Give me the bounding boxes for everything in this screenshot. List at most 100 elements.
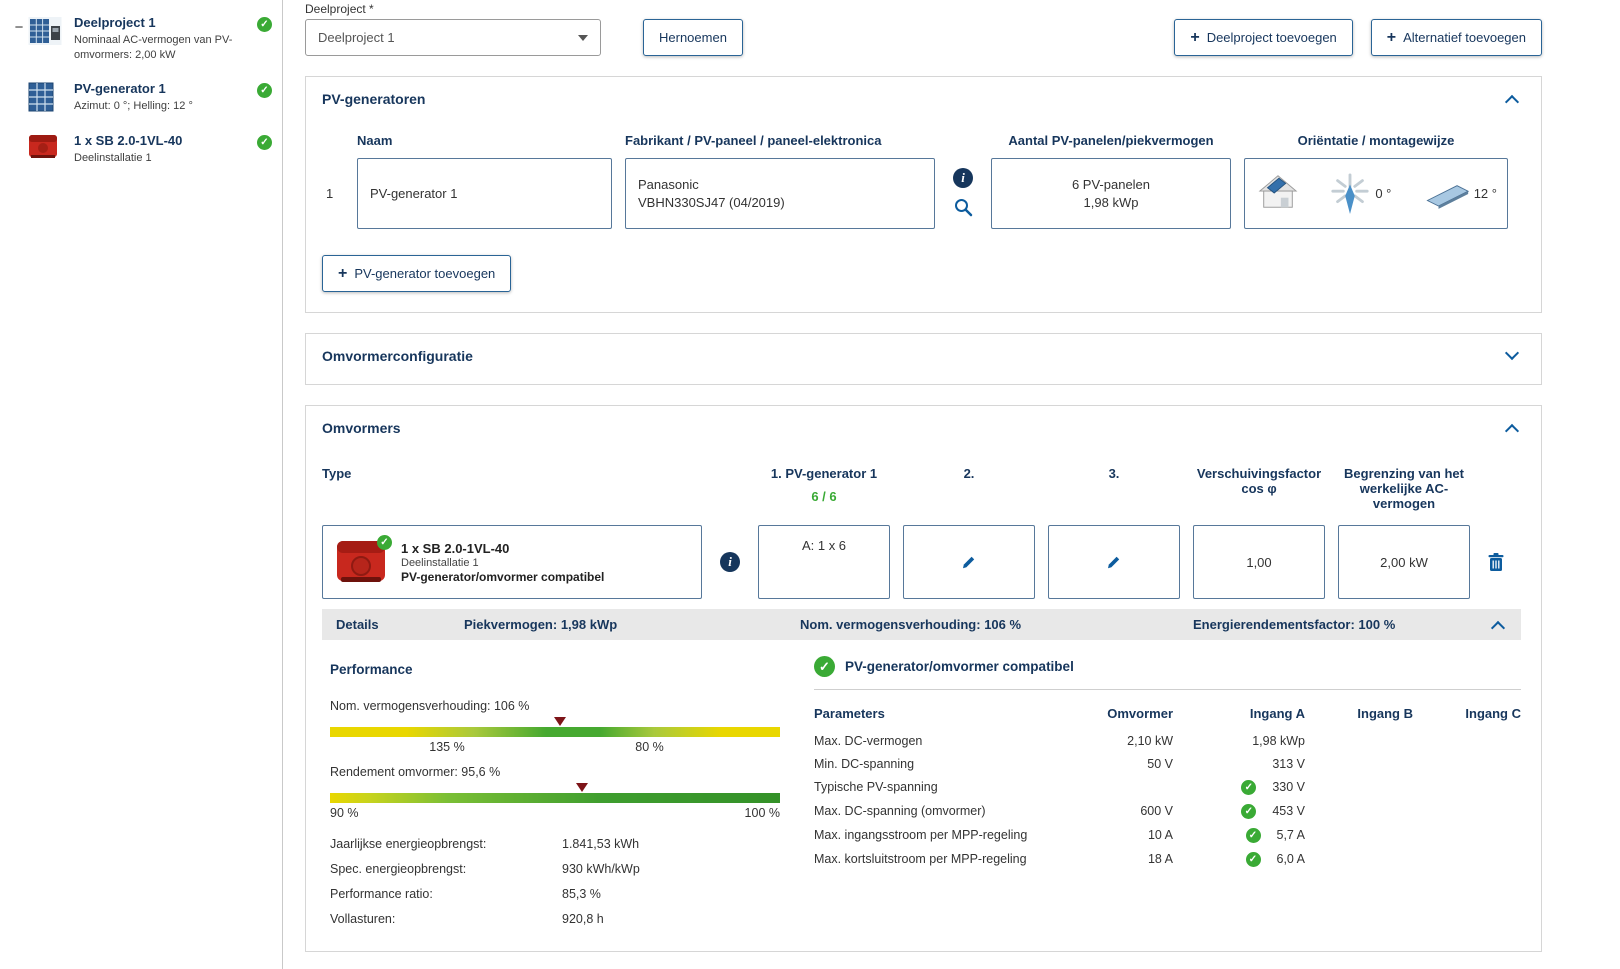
col-3: 3. — [1108, 466, 1120, 481]
check-icon: ✓ — [1241, 803, 1257, 819]
search-icon[interactable] — [953, 197, 973, 220]
section-omvormerconfiguratie: Omvormerconfiguratie — [305, 333, 1542, 385]
compatibility-panel: ✓ PV-generator/omvormer compatibel Param… — [814, 654, 1521, 931]
trash-icon — [1488, 553, 1504, 571]
add-pv-generator-button[interactable]: + PV-generator toevoegen — [322, 255, 512, 292]
section-title: Omvormers — [322, 420, 401, 436]
panel-count-box[interactable]: 6 PV-panelen 1,98 kWp — [991, 158, 1231, 229]
inverter-image: ✓ — [335, 534, 392, 586]
col-ac-limit: Begrenzing van het werkelijke AC-vermoge… — [1344, 466, 1464, 511]
ingang-a-value: 453 V — [1272, 804, 1305, 818]
azimuth-indicator: 0 ° — [1329, 172, 1391, 215]
omvormer-value: 10 A — [1147, 828, 1173, 842]
gen1-assignment-value: A: 1 x 6 — [801, 538, 847, 553]
compass-icon — [1331, 172, 1369, 214]
add-pv-generator-row: + PV-generator toevoegen — [322, 255, 1521, 292]
chevron-up-icon[interactable] — [1504, 423, 1520, 439]
panel-selection-box[interactable]: Panasonic VBHN330SJ47 (04/2019) — [625, 158, 935, 229]
stat-value: 930 kWh/kWp — [562, 861, 640, 876]
inverter-type-text: 1 x SB 2.0-1VL-40 Deelinstallatie 1 PV-g… — [401, 541, 604, 584]
inverter-type-subtitle: Deelinstallatie 1 — [401, 556, 479, 569]
panel-model: VBHN330SJ47 (04/2019) — [638, 195, 785, 210]
tick-label: 100 % — [744, 806, 780, 820]
chevron-up-icon[interactable] — [1490, 620, 1506, 635]
details-verhouding: Nom. vermogensverhouding: 106 % — [800, 617, 1022, 632]
sidebar-item-pv-generator[interactable]: PV-generator 1 Azimut: 0 °; Helling: 12 … — [0, 72, 282, 124]
stat-row: Performance ratio: 85,3 % — [330, 881, 788, 906]
rename-button[interactable]: Hernoemen — [643, 19, 743, 56]
omvormer-value: 50 V — [1147, 756, 1173, 771]
omvormerconfiguratie-header[interactable]: Omvormerconfiguratie — [322, 345, 1521, 364]
section-omvormers: Omvormers Type 1. PV-generator 1 6 / 6 2… — [305, 405, 1542, 952]
rename-button-label: Hernoemen — [659, 30, 727, 45]
param-label: Max. DC-vermogen — [814, 733, 923, 748]
details-piekvermogen: Piekvermogen: 1,98 kWp — [464, 617, 618, 632]
gen1-assignment-box[interactable]: A: 1 x 6 — [758, 525, 890, 599]
orientation-box[interactable]: 0 ° 12 ° — [1244, 158, 1508, 229]
col-gen1: 1. PV-generator 1 — [770, 466, 878, 481]
plus-icon: + — [1190, 28, 1200, 46]
plus-icon: + — [338, 264, 348, 282]
chevron-down-icon[interactable] — [1504, 345, 1520, 361]
check-icon: ✓ — [1245, 827, 1261, 843]
gen2-edit-box[interactable] — [903, 525, 1035, 599]
row-index: 1 — [326, 186, 334, 201]
sidebar-item-text: 1 x SB 2.0-1VL-40 Deelinstallatie 1 — [74, 133, 251, 166]
col-orientatie: Oriëntatie / montagewijze — [1297, 133, 1455, 148]
gauge-bar — [330, 793, 780, 803]
pv-generator-row: 1 PV-generator 1 Panasonic VBHN330SJ47 (… — [322, 158, 1521, 229]
gen1-assignment-count: 6 / 6 — [811, 489, 837, 504]
sidebar-item-text: PV-generator 1 Azimut: 0 °; Helling: 12 … — [74, 81, 251, 114]
sidebar-item-inverter[interactable]: 1 x SB 2.0-1VL-40 Deelinstallatie 1 ✓ — [0, 124, 282, 175]
main-content: Deelproject * Deelproject 1 Hernoemen + … — [284, 0, 1620, 969]
ingang-a-value: 313 V — [1272, 756, 1305, 771]
details-bar[interactable]: Details Piekvermogen: 1,98 kWp Nom. verm… — [322, 609, 1521, 640]
stat-label: Spec. energieopbrengst: — [330, 861, 467, 876]
sidebar-item-title: 1 x SB 2.0-1VL-40 — [74, 132, 183, 148]
deelproject-select-group: Deelproject * Deelproject 1 — [305, 2, 601, 56]
info-icon[interactable]: i — [720, 552, 740, 572]
pv-generatoren-header[interactable]: PV-generatoren — [322, 91, 1521, 110]
cos-phi-box[interactable]: 1,00 — [1193, 525, 1325, 599]
pv-generator-name-value: PV-generator 1 — [370, 186, 458, 201]
pencil-icon — [963, 556, 975, 569]
compatibility-table: Parameters Omvormer Ingang A Ingang B In… — [814, 700, 1521, 871]
stat-label: Vollasturen: — [330, 911, 396, 926]
info-icon[interactable]: i — [953, 167, 973, 188]
sidebar-item-title: Deelproject 1 — [74, 15, 156, 30]
stat-label: Jaarlijkse energieopbrengst: — [330, 836, 487, 851]
sidebar-item-deelproject[interactable]: − Deelproject 1 Nominaal AC-vermogen van… — [0, 6, 282, 72]
add-alternatief-button[interactable]: + Alternatief toevoegen — [1370, 19, 1542, 56]
omvormers-header[interactable]: Omvormers — [322, 420, 1521, 439]
peak-power: 1,98 kWp — [1083, 195, 1139, 210]
rendement-gauge: 90 % 100 % — [330, 783, 780, 821]
sidebar-item-subtitle: Deelinstallatie 1 — [74, 151, 152, 164]
col-omvormer: Omvormer — [1107, 706, 1173, 721]
house-icon — [1255, 172, 1301, 215]
param-label: Max. kortsluitstroom per MPP-regeling — [814, 852, 1027, 866]
add-deelproject-label: Deelproject toevoegen — [1206, 30, 1337, 45]
col-parameters: Parameters — [814, 706, 885, 721]
ingang-a-value: 1,98 kWp — [1252, 733, 1305, 748]
chevron-up-icon[interactable] — [1504, 94, 1520, 110]
compat-header-row: Parameters Omvormer Ingang A Ingang B In… — [814, 700, 1521, 729]
delete-inverter-button[interactable] — [1483, 552, 1509, 572]
col-type: Type — [322, 466, 352, 481]
topbar-actions: + Deelproject toevoegen + Alternatief to… — [1174, 19, 1542, 56]
col-cos-phi: Verschuivingsfactor cos φ — [1196, 466, 1322, 496]
add-deelproject-button[interactable]: + Deelproject toevoegen — [1174, 19, 1353, 56]
tree-collapse-icon[interactable]: − — [10, 19, 28, 36]
add-alternatief-label: Alternatief toevoegen — [1403, 30, 1526, 45]
col-naam: Naam — [357, 133, 393, 148]
sidebar-item-subtitle: Azimut: 0 °; Helling: 12 ° — [74, 99, 193, 112]
pv-generator-name-input[interactable]: PV-generator 1 — [357, 158, 612, 229]
compatibility-header: ✓ PV-generator/omvormer compatibel — [814, 656, 1521, 690]
deelproject-label: Deelproject * — [305, 2, 374, 16]
deelproject-select[interactable]: Deelproject 1 — [305, 19, 601, 56]
gen3-edit-box[interactable] — [1048, 525, 1180, 599]
compat-row: Max. ingangsstroom per MPP-regeling 10 A… — [814, 823, 1521, 847]
ingang-a-value: 5,7 A — [1276, 828, 1306, 842]
ac-limit-box[interactable]: 2,00 kW — [1338, 525, 1470, 599]
tilt-value: 12 ° — [1473, 186, 1497, 201]
inverter-type-box[interactable]: ✓ 1 x SB 2.0-1VL-40 Deelinstallatie 1 PV… — [322, 525, 702, 599]
